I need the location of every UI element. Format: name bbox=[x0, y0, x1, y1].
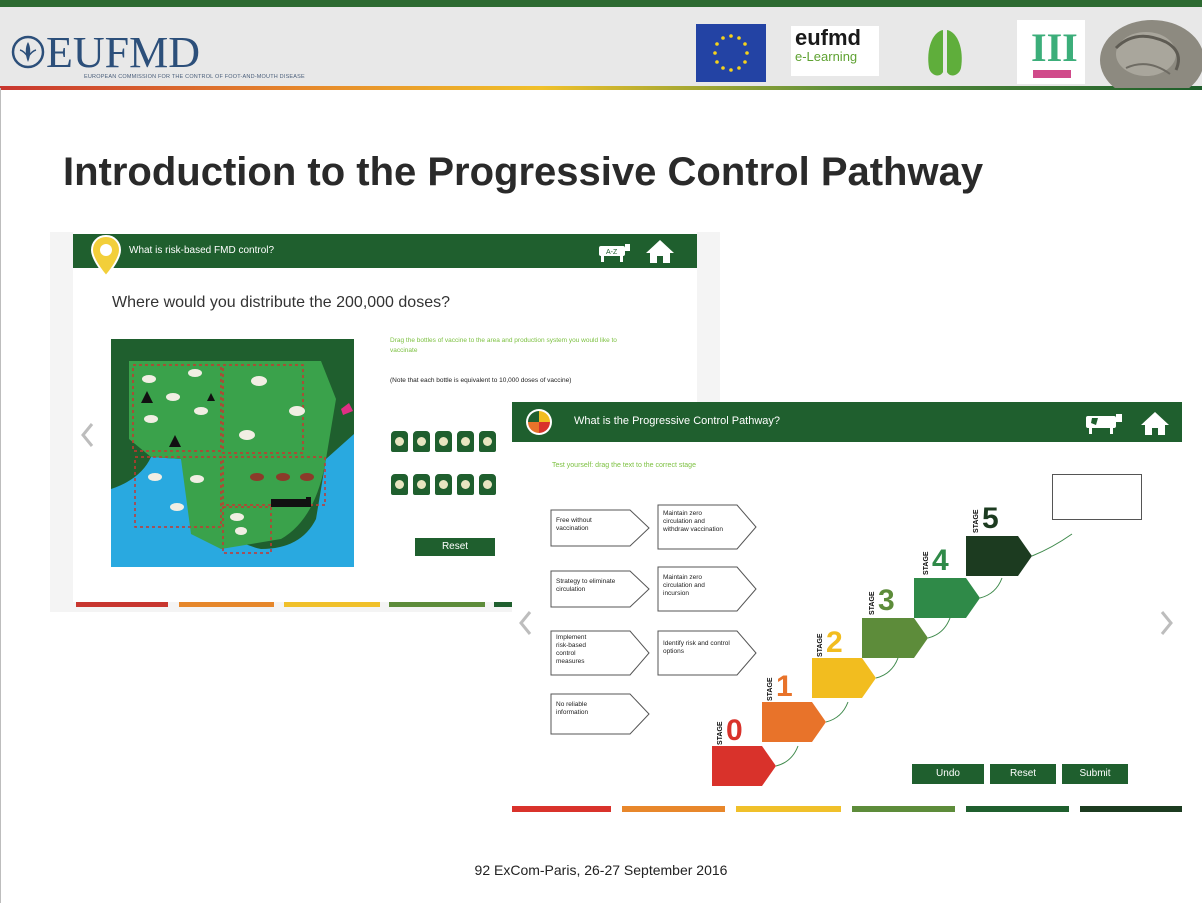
stage-word: STAGE bbox=[767, 677, 774, 701]
stage-card-strategy-to-eliminate[interactable]: Strategy to eliminate circulation bbox=[550, 570, 650, 608]
vaccine-bottle-icon[interactable] bbox=[413, 431, 430, 452]
stage-card-label: No reliable information bbox=[556, 701, 589, 716]
stage-word: STAGE bbox=[973, 509, 980, 533]
strip-segment-olive bbox=[389, 602, 485, 607]
vaccine-bottle-icon[interactable] bbox=[479, 431, 496, 452]
fao-logo-icon bbox=[11, 35, 45, 69]
progress-arrow bbox=[1031, 533, 1073, 557]
screen2-header-title: What is the Progressive Control Pathway? bbox=[574, 415, 781, 427]
pcp-staircase bbox=[712, 533, 1073, 786]
badge-pink-band bbox=[1033, 70, 1071, 78]
vaccine-bottle-icon[interactable] bbox=[435, 431, 452, 452]
progress-arrow bbox=[775, 745, 799, 767]
third-session-badge: III bbox=[1017, 20, 1085, 84]
strip-segment-yellow bbox=[284, 602, 380, 607]
screen1-note: (Note that each bottle is equivalent to … bbox=[390, 377, 572, 384]
screen1-reset-button[interactable]: Reset bbox=[415, 538, 495, 556]
eu-flag-icon bbox=[696, 24, 766, 82]
vaccine-bottle-icon[interactable] bbox=[413, 474, 430, 495]
strip-segment-green bbox=[966, 806, 1069, 812]
strip-segment-red bbox=[76, 602, 168, 607]
screen2-next-chevron-icon[interactable] bbox=[1160, 610, 1174, 636]
vaccine-bottle-icon[interactable] bbox=[457, 431, 474, 452]
vaccine-bottle-icon[interactable] bbox=[457, 474, 474, 495]
vaccine-bottle-icon[interactable] bbox=[391, 474, 408, 495]
home-icon[interactable] bbox=[1140, 410, 1170, 436]
svg-text:A-Z: A-Z bbox=[606, 249, 618, 256]
strip-segment-red bbox=[512, 806, 611, 812]
pcp-stage-3-step[interactable] bbox=[862, 618, 928, 658]
strip-segment-orange bbox=[622, 806, 725, 812]
screen2-prev-chevron-icon[interactable] bbox=[518, 610, 532, 636]
stone-sculpture-image bbox=[1096, 18, 1202, 100]
stage-number: 4 bbox=[932, 544, 949, 577]
elearning-logo-name: eufmd bbox=[795, 25, 861, 50]
screen1-progress-strip bbox=[76, 602, 536, 607]
third-session-numeral: III bbox=[1031, 25, 1078, 70]
stage-number: 1 bbox=[776, 670, 793, 703]
strip-segment-dark-green bbox=[1080, 806, 1182, 812]
pcp-stage-2-step[interactable] bbox=[812, 658, 876, 698]
screen1-prev-chevron-icon[interactable] bbox=[80, 422, 94, 448]
stage-word: STAGE bbox=[869, 591, 876, 615]
glossary-cow-icon[interactable]: A-Z bbox=[595, 241, 631, 263]
progress-arrow bbox=[927, 617, 951, 639]
screen1-header: What is risk-based FMD control? A-Z bbox=[73, 234, 697, 268]
stage-number: 0 bbox=[726, 714, 743, 747]
screenshot-progressive-control-pathway: What is the Progressive Control Pathway?… bbox=[512, 402, 1202, 820]
progress-arrow bbox=[979, 577, 1003, 599]
location-pin-icon bbox=[90, 234, 122, 278]
screen1-header-title: What is risk-based FMD control? bbox=[129, 245, 275, 256]
stage-word: STAGE bbox=[923, 551, 930, 575]
progress-arrow bbox=[875, 657, 899, 679]
stage-number: 2 bbox=[826, 626, 843, 659]
pcp-stage-4-step[interactable] bbox=[914, 578, 980, 618]
pcp-stage-5-step[interactable] bbox=[966, 536, 1032, 576]
vaccine-bottles bbox=[391, 431, 521, 501]
slide-title: Introduction to the Progressive Control … bbox=[63, 150, 984, 194]
home-icon[interactable] bbox=[645, 238, 675, 264]
stage-card-implement-risk-based[interactable]: Implement risk-based control measures bbox=[550, 630, 650, 676]
pcp-stage-1-step[interactable] bbox=[762, 702, 826, 742]
eufmd-subtitle: EUROPEAN COMMISSION FOR THE CONTROL OF F… bbox=[84, 74, 305, 80]
screen1-instruction: Drag the bottles of vaccine to the area … bbox=[390, 337, 617, 354]
vaccine-bottle-icon[interactable] bbox=[391, 431, 408, 452]
slide-left-border bbox=[0, 88, 1, 903]
stage-card-label: Implement risk-based control measures bbox=[556, 634, 587, 665]
stage-word: STAGE bbox=[717, 721, 724, 745]
elearning-logo-tagline: e-Learning bbox=[795, 49, 858, 64]
stage-card-label: Strategy to eliminate circulation bbox=[556, 578, 616, 593]
slide-footer: 92 ExCom-Paris, 26-27 September 2016 bbox=[474, 862, 728, 878]
glossary-cow-icon[interactable] bbox=[1082, 411, 1124, 435]
screen2-progress-strip bbox=[512, 806, 1182, 812]
stage-card-label: Free without vaccination bbox=[556, 517, 592, 532]
progress-arrow bbox=[825, 701, 849, 723]
vaccine-bottle-icon[interactable] bbox=[435, 474, 452, 495]
hoof-icon bbox=[916, 24, 974, 82]
stage-number: 3 bbox=[878, 584, 895, 617]
header-color-stripe bbox=[0, 86, 1202, 90]
submit-button[interactable]: Submit bbox=[1062, 764, 1128, 784]
screen1-question: Where would you distribute the 200,000 d… bbox=[112, 294, 450, 311]
strip-segment-orange bbox=[179, 602, 274, 607]
stage-card-free-without-vaccination[interactable]: Free without vaccination bbox=[550, 509, 650, 547]
farm-map[interactable] bbox=[111, 339, 354, 567]
stage-number: 5 bbox=[982, 502, 999, 535]
vaccine-bottle-icon[interactable] bbox=[479, 474, 496, 495]
screen2-instruction: Test yourself: drag the text to the corr… bbox=[552, 462, 696, 469]
screen2-header: What is the Progressive Control Pathway? bbox=[512, 402, 1182, 442]
eufmd-elearning-logo: eufmd e-Learning bbox=[791, 26, 879, 76]
strip-segment-yellow bbox=[736, 806, 841, 812]
eufmd-logo-text: EUFMD bbox=[46, 28, 201, 77]
stage-word: STAGE bbox=[817, 633, 824, 657]
stage-card-no-reliable-information[interactable]: No reliable information bbox=[550, 693, 650, 735]
undo-button[interactable]: Undo bbox=[912, 764, 984, 784]
reset-button[interactable]: Reset bbox=[990, 764, 1056, 784]
strip-segment-olive bbox=[852, 806, 955, 812]
pcp-stage-0-step[interactable] bbox=[712, 746, 776, 786]
pathway-logo-icon bbox=[524, 407, 554, 437]
